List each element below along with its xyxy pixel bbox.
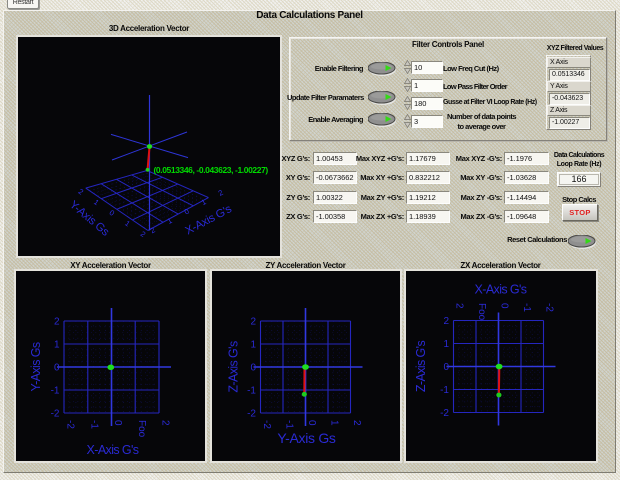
svg-text:0: 0 (306, 420, 317, 426)
svg-text:-1: -1 (51, 386, 60, 397)
svg-text:2: 2 (160, 420, 171, 426)
svg-text:Z-Axis G's: Z-Axis G's (414, 341, 428, 393)
svg-text:0: 0 (108, 208, 117, 218)
svg-text:-2: -2 (543, 303, 554, 312)
svg-text:2: 2 (77, 187, 86, 197)
svg-text:-1: -1 (521, 303, 532, 312)
svg-text:Foo: Foo (136, 420, 147, 438)
svg-text:2: 2 (139, 229, 148, 239)
svg-text:-2: -2 (247, 409, 256, 420)
svg-text:X-Axis G's: X-Axis G's (184, 203, 235, 237)
svg-text:X-Axis G's: X-Axis G's (474, 283, 526, 297)
svg-text:2: 2 (453, 303, 464, 309)
svg-text:-1: -1 (283, 420, 294, 429)
svg-text:1: 1 (123, 219, 132, 229)
svg-text:1: 1 (92, 197, 101, 207)
svg-text:Z-Axis G's: Z-Axis G's (226, 341, 240, 393)
svg-text:-2: -2 (65, 420, 76, 429)
svg-text:-2: -2 (51, 409, 60, 420)
svg-text:Y-Axis Gs: Y-Axis Gs (29, 342, 43, 391)
svg-text:0: 0 (443, 362, 449, 373)
svg-text:1: 1 (443, 339, 449, 350)
svg-text:(0.0513346, -0.043623, -1.0022: (0.0513346, -0.043623, -1.00227) (154, 165, 269, 175)
svg-text:-1: -1 (247, 386, 256, 397)
svg-text:1: 1 (250, 340, 256, 351)
svg-text:X-Axis G's: X-Axis G's (87, 443, 139, 457)
svg-text:0: 0 (250, 363, 256, 374)
svg-text:2: 2 (250, 317, 256, 328)
svg-text:0: 0 (498, 303, 509, 309)
svg-text:0: 0 (54, 363, 60, 374)
svg-text:-1: -1 (440, 385, 449, 396)
svg-text:-2: -2 (261, 420, 272, 429)
svg-text:Y-Axis Gs: Y-Axis Gs (277, 430, 336, 446)
svg-text:1: 1 (54, 340, 60, 351)
svg-text:-2: -2 (440, 408, 449, 419)
svg-text:1: 1 (328, 420, 339, 426)
svg-text:Y-Axis Gs: Y-Axis Gs (67, 199, 111, 239)
svg-text:-1: -1 (88, 420, 99, 429)
svg-text:2: 2 (443, 316, 449, 327)
svg-text:2: 2 (54, 317, 60, 328)
svg-text:Foo: Foo (476, 303, 487, 321)
svg-text:0: 0 (112, 420, 123, 426)
svg-text:2: 2 (217, 188, 225, 198)
svg-text:2: 2 (351, 420, 362, 426)
